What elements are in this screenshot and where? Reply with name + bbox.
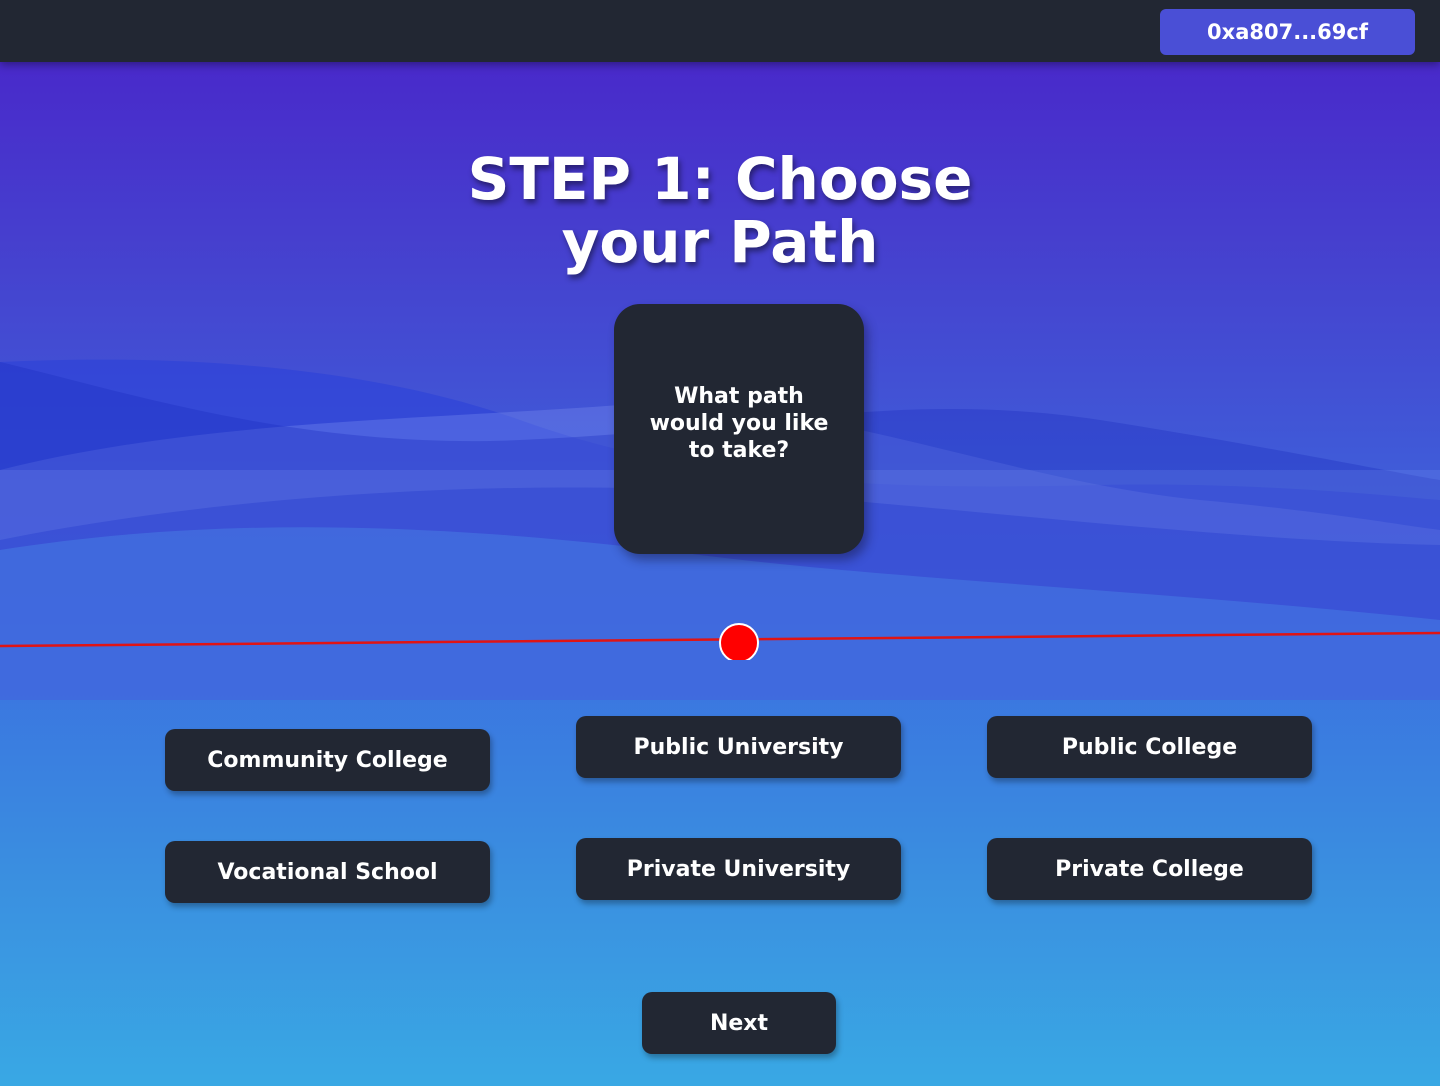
choice-private-college-button[interactable]: Private College [987,838,1312,900]
question-text: What path would you like to take? [649,383,829,463]
choice-public-university-button[interactable]: Public University [576,716,901,778]
page-title: STEP 1: Choose your Path [0,148,1440,274]
question-card: What path would you like to take? [614,304,864,554]
path-track [0,623,1440,660]
choice-private-university-button[interactable]: Private University [576,838,901,900]
progress-marker [719,623,759,660]
next-button[interactable]: Next [642,992,836,1054]
page-title-line-2: your Path [561,208,879,276]
choice-public-college-button[interactable]: Public College [987,716,1312,778]
choice-community-college-button[interactable]: Community College [165,729,490,791]
page-title-line-1: STEP 1: Choose [467,145,973,213]
top-bar: 0xa807...69cf [0,0,1440,62]
choice-vocational-school-button[interactable]: Vocational School [165,841,490,903]
wallet-address-button[interactable]: 0xa807...69cf [1160,9,1415,55]
page: 0xa807...69cf STEP 1: Choose your Path W… [0,0,1440,1086]
